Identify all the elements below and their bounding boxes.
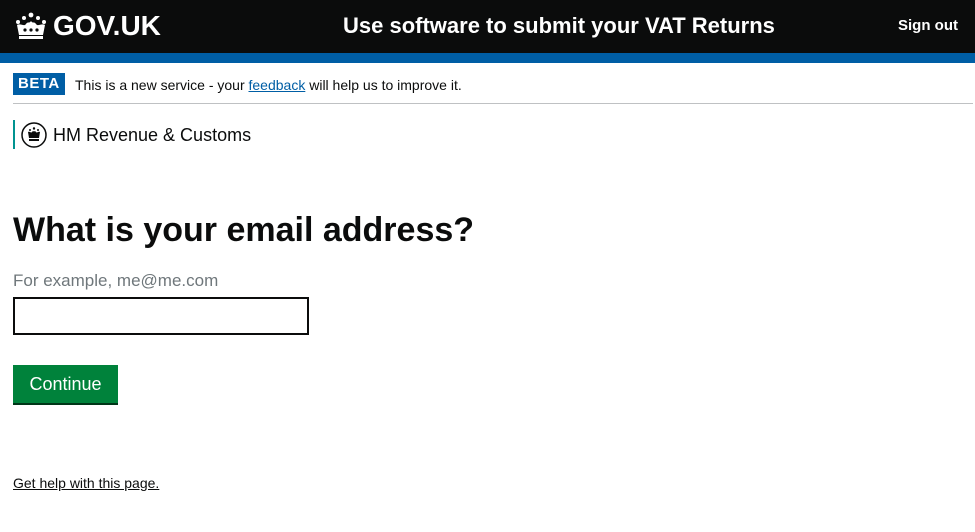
phase-banner: BETA This is a new service - your feedba…: [13, 63, 973, 104]
feedback-link[interactable]: feedback: [249, 77, 306, 93]
beta-tag: BETA: [13, 73, 65, 95]
logo-text: GOV.UK: [53, 10, 161, 41]
page-title: What is your email address?: [13, 211, 475, 249]
phase-text-before: This is a new service - your: [75, 77, 249, 93]
continue-button[interactable]: Continue: [13, 365, 118, 403]
service-name[interactable]: Use software to submit your VAT Returns: [343, 11, 775, 41]
crown-icon: [16, 12, 46, 39]
phase-banner-text: This is a new service - your feedback wi…: [75, 76, 462, 94]
organisation-name: HM Revenue & Customs: [53, 124, 252, 145]
email-hint: For example, me@me.com: [13, 271, 219, 290]
header-accent-bar: [0, 53, 975, 63]
site-header: GOV.UK Use software to submit your VAT R…: [0, 0, 975, 53]
get-help-link[interactable]: Get help with this page.: [13, 473, 159, 493]
phase-text-after: will help us to improve it.: [305, 77, 462, 93]
email-field[interactable]: [13, 297, 309, 335]
organisation-header: HM Revenue & Customs: [13, 120, 251, 149]
crest-icon: [21, 121, 47, 148]
govuk-logo-link[interactable]: GOV.UK: [13, 10, 161, 42]
sign-out-link[interactable]: Sign out: [898, 16, 958, 36]
